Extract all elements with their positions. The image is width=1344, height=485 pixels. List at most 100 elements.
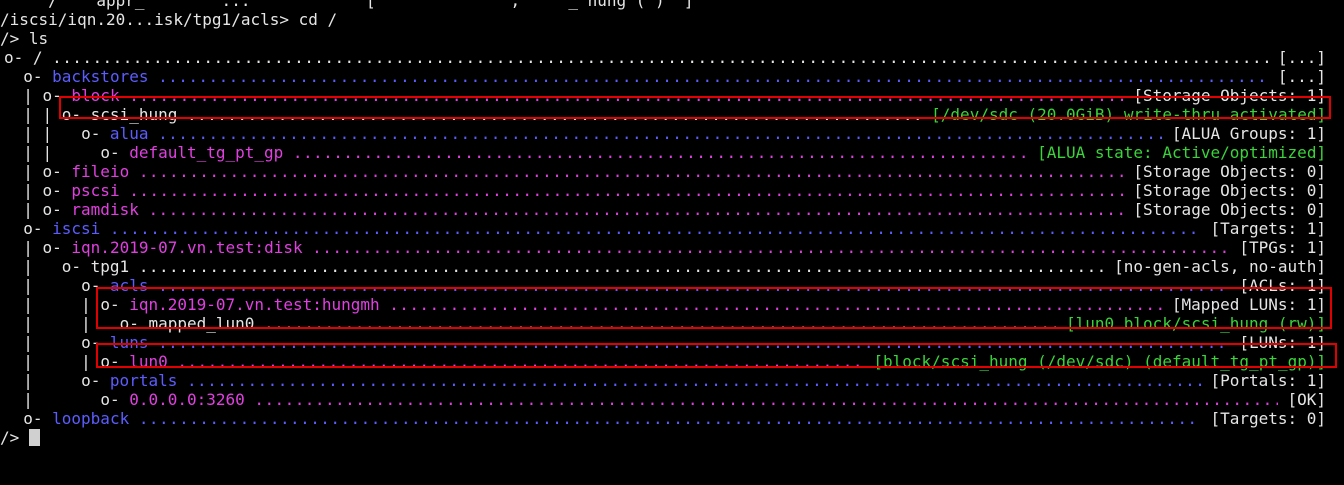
terminal-window[interactable]: / appr_ ... [ , _ hung ( ) ] /iscsi/iqn.… [0, 0, 1344, 447]
tree-branch-prefix: | o- [4, 333, 110, 352]
tree-node-name: 0.0.0.0:3260 [129, 390, 245, 409]
tree-node-status: [Mapped LUNs: 1] [1171, 295, 1327, 314]
tree-branch-prefix: | | o- [4, 143, 130, 162]
tree-node-status: [...] [1277, 48, 1327, 67]
tree-row: | | o- scsi_hung........................… [0, 105, 1344, 124]
tree-dot-leader: ........................................… [186, 371, 1201, 390]
final-prompt[interactable]: /> [0, 428, 40, 447]
tree-row: o- iscsi................................… [0, 219, 1344, 238]
tree-node-status: [LUNs: 1] [1239, 333, 1327, 352]
tree-node-status: [/dev/sdc (20.0GiB) write-thru activated… [931, 105, 1327, 124]
tree-node-name: tpg1 [90, 257, 130, 276]
targetcli-tree: o- /....................................… [0, 48, 1344, 428]
tree-node-status: [Storage Objects: 1] [1133, 86, 1327, 105]
tree-row: o- loopback.............................… [0, 409, 1344, 428]
tree-node-status: [ACLs: 1] [1239, 276, 1327, 295]
tree-branch-prefix: | | o- [4, 124, 110, 143]
terminal-line: /> ls [0, 29, 1344, 48]
tree-node-status: [Storage Objects: 0] [1133, 162, 1327, 181]
tree-dot-leader: ........................................… [186, 105, 922, 124]
tree-dot-leader: ........................................… [158, 67, 1268, 86]
tree-dot-leader: ........................................… [129, 181, 1124, 200]
tree-row: o- /....................................… [0, 48, 1344, 67]
tree-node-status: [OK] [1287, 390, 1326, 409]
tree-branch-prefix: o- [4, 67, 53, 86]
tree-node-name: alua [109, 124, 149, 143]
tree-node-status: [TPGs: 1] [1239, 238, 1327, 257]
tree-node-name: iscsi [52, 219, 101, 238]
tree-dot-leader: ........................................… [158, 276, 1230, 295]
tree-row: | | o- iqn.2019-07.vn.test:hungmh.......… [0, 295, 1344, 314]
tree-row: | o- fileio.............................… [0, 162, 1344, 181]
terminal-line: / appr_ ... [ , _ hung ( ) ] [0, 0, 1344, 10]
tree-row: | o- tpg1...............................… [0, 257, 1344, 276]
tree-node-name: ramdisk [71, 200, 139, 219]
tree-node-status: [ALUA state: Active/optimized] [1037, 143, 1327, 162]
cd-command-line: /iscsi/iqn.20...isk/tpg1/acls> cd / [0, 10, 338, 29]
tree-node-status: [Storage Objects: 0] [1133, 200, 1327, 219]
tree-dot-leader: ........................................… [177, 352, 863, 371]
tree-branch-prefix: o- [4, 48, 33, 67]
tree-row: | o- acls...............................… [0, 276, 1344, 295]
tree-row: | | o- mapped_lun0......................… [0, 314, 1344, 333]
tree-node-status: [...] [1277, 67, 1327, 86]
tree-branch-prefix: | o- [4, 181, 72, 200]
tree-row: | o- portals............................… [0, 371, 1344, 390]
tree-dot-leader: ........................................… [129, 86, 1124, 105]
tree-row: | o- ramdisk............................… [0, 200, 1344, 219]
terminal-line: /> [0, 428, 1344, 447]
tree-node-name: pscsi [71, 181, 120, 200]
tree-branch-prefix: | | o- [4, 295, 130, 314]
tree-node-name: / [32, 48, 43, 67]
tree-row: | | o- default_tg_pt_gp.................… [0, 143, 1344, 162]
text-cursor [28, 429, 40, 446]
tree-branch-prefix: | o- [4, 238, 72, 257]
tree-dot-leader: ........................................… [158, 333, 1230, 352]
tree-dot-leader: ........................................… [109, 219, 1201, 238]
tree-branch-prefix: | o- [4, 162, 72, 181]
prompt-text: /> [0, 428, 20, 447]
tree-node-name: loopback [52, 409, 130, 428]
tree-dot-leader: ........................................… [389, 295, 1162, 314]
tree-branch-prefix: | | o- [4, 352, 130, 371]
tree-node-status: [Storage Objects: 0] [1133, 181, 1327, 200]
tree-row: | | o- lun0.............................… [0, 352, 1344, 371]
tree-dot-leader: ........................................… [148, 200, 1124, 219]
tree-node-name: mapped_lun0 [148, 314, 255, 333]
tree-row: | o- block..............................… [0, 86, 1344, 105]
previous-output-line: / appr_ ... [ , _ hung ( ) ] [0, 0, 694, 10]
tree-node-name: fileio [71, 162, 130, 181]
tree-branch-prefix: | o- [4, 257, 91, 276]
tree-dot-leader: ........................................… [138, 162, 1124, 181]
tree-branch-prefix: | o- [4, 86, 72, 105]
tree-dot-leader: ........................................… [254, 390, 1277, 409]
tree-node-status: [Portals: 1] [1210, 371, 1327, 390]
tree-node-name: iqn.2019-07.vn.test:disk [71, 238, 303, 257]
tree-node-status: [ALUA Groups: 1] [1171, 124, 1327, 143]
tree-node-status: [no-gen-acls, no-auth] [1114, 257, 1327, 276]
tree-row: | o- luns...............................… [0, 333, 1344, 352]
tree-node-name: scsi_hung [90, 105, 178, 124]
tree-dot-leader: ........................................… [138, 257, 1105, 276]
tree-dot-leader: ........................................… [312, 238, 1230, 257]
tree-dot-leader: ........................................… [264, 314, 1056, 333]
tree-node-status: [Targets: 0] [1210, 409, 1327, 428]
ls-command-line: /> ls [0, 29, 49, 48]
tree-dot-leader: ........................................… [52, 48, 1268, 67]
tree-row: | o- pscsi..............................… [0, 181, 1344, 200]
tree-branch-prefix: | o- [4, 371, 110, 390]
tree-branch-prefix: o- [4, 219, 53, 238]
terminal-line: /iscsi/iqn.20...isk/tpg1/acls> cd / [0, 10, 1344, 29]
tree-dot-leader: ........................................… [158, 124, 1163, 143]
tree-row: | | o- alua.............................… [0, 124, 1344, 143]
tree-dot-leader: ........................................… [138, 409, 1201, 428]
tree-node-name: lun0 [129, 352, 168, 371]
tree-node-status: [Targets: 1] [1210, 219, 1327, 238]
tree-node-status: [block/scsi_hung (/dev/sdc) (default_tg_… [873, 352, 1327, 371]
tree-node-name: block [71, 86, 120, 105]
tree-node-name: iqn.2019-07.vn.test:hungmh [129, 295, 380, 314]
tree-branch-prefix: | | o- [4, 105, 91, 124]
tree-dot-leader: ........................................… [292, 143, 1028, 162]
tree-row: | o- iqn.2019-07.vn.test:disk...........… [0, 238, 1344, 257]
tree-row: | o- 0.0.0.0:3260.......................… [0, 390, 1344, 409]
